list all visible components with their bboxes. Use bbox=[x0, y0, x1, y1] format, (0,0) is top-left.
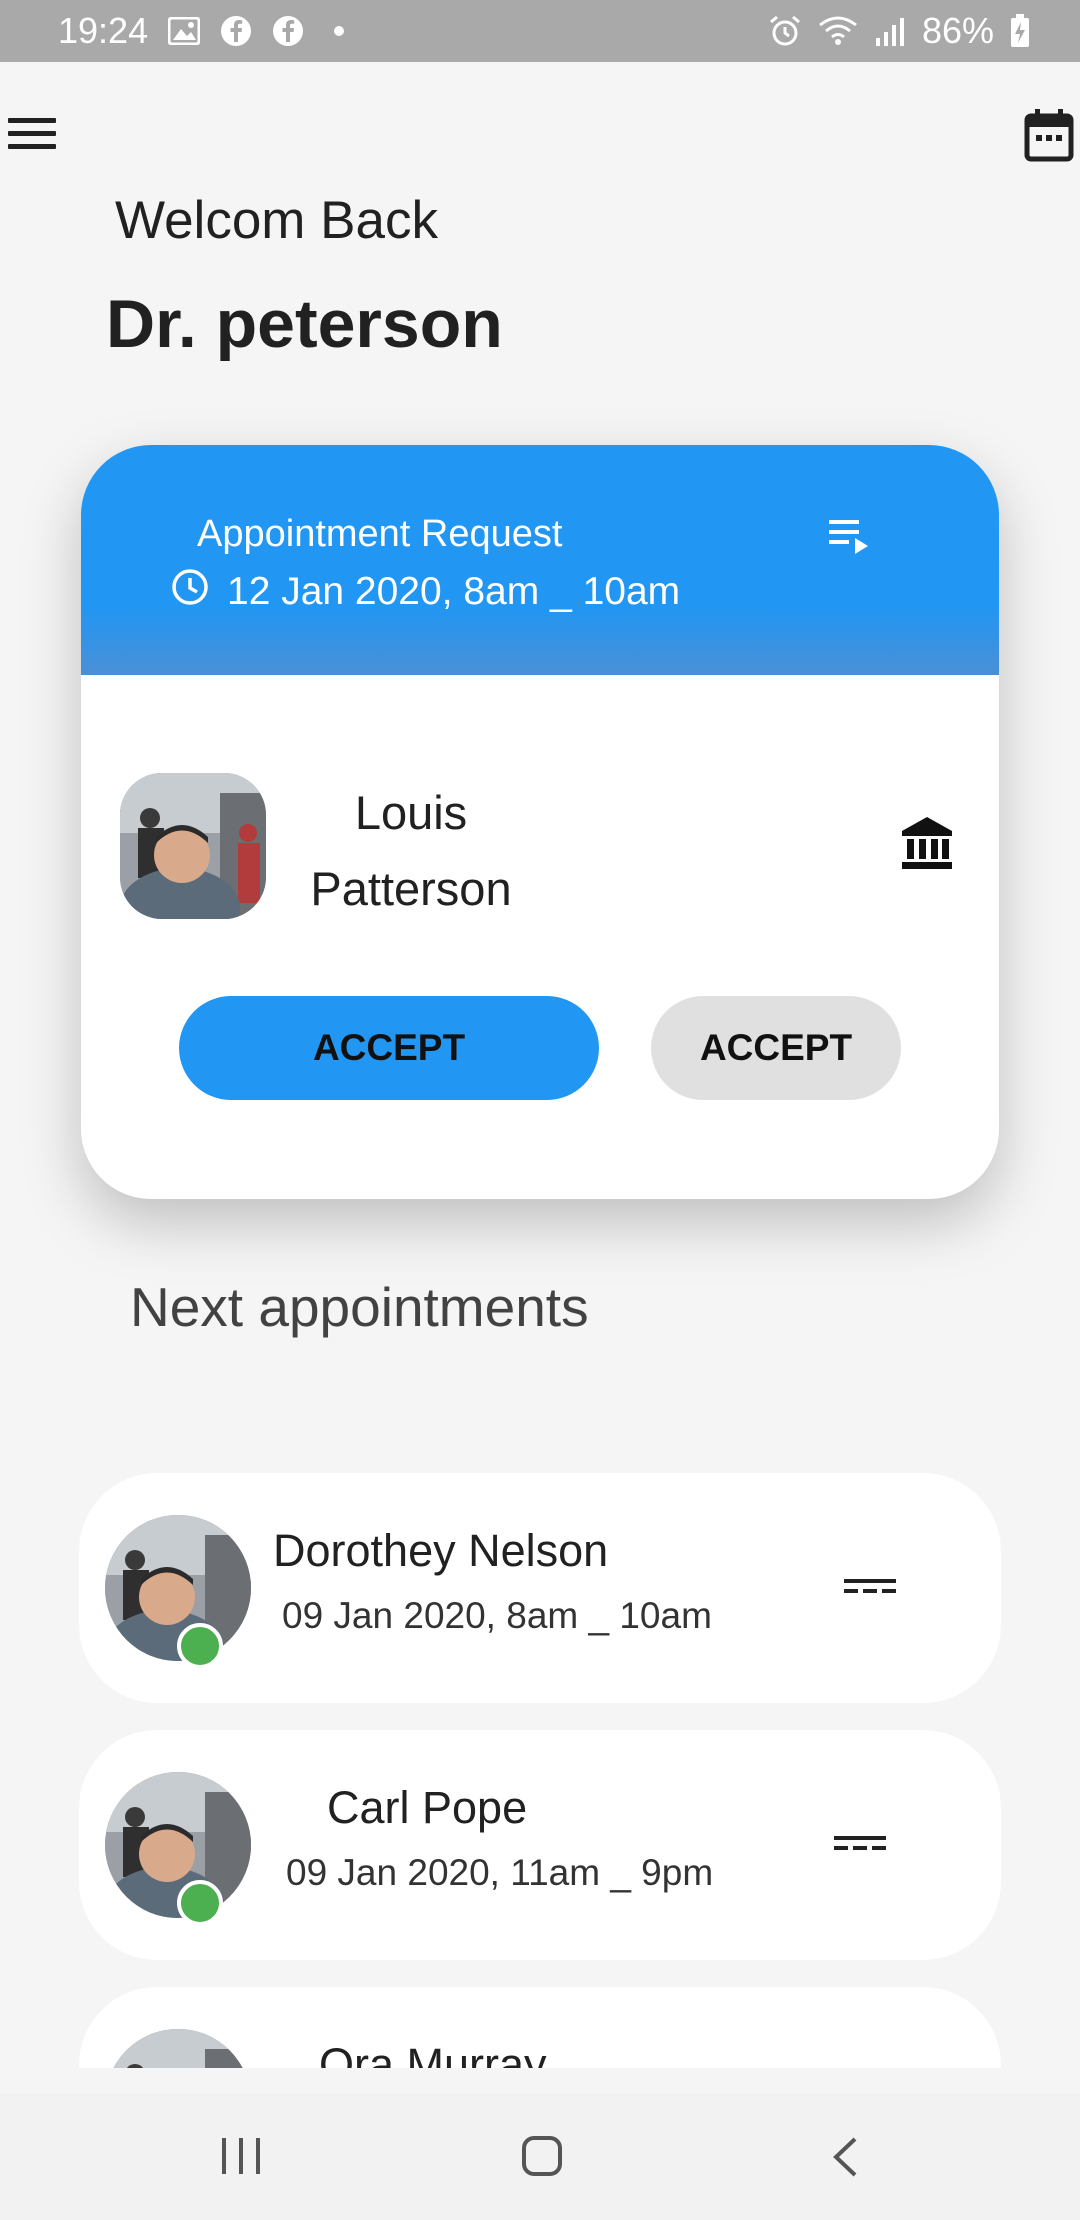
next-appointments-title: Next appointments bbox=[130, 1276, 589, 1338]
status-right: 86% bbox=[768, 0, 1030, 62]
clock-icon bbox=[171, 568, 209, 616]
appointment-name: Carl Pope bbox=[327, 1782, 528, 1833]
wifi-icon bbox=[818, 15, 858, 47]
patient-last-name: Patterson bbox=[310, 862, 512, 915]
alarm-icon bbox=[768, 14, 802, 48]
status-time: 19:24 bbox=[58, 10, 149, 51]
secondary-accept-button[interactable]: ACCEPT bbox=[651, 996, 901, 1100]
appointment-avatar bbox=[105, 1772, 251, 1926]
request-card-datetime: 12 Jan 2020, 8am _ 10am bbox=[227, 570, 681, 613]
appointment-item[interactable]: Ora Murray bbox=[79, 1987, 1001, 2068]
request-card-title: Appointment Request bbox=[197, 513, 563, 555]
battery-percent: 86% bbox=[921, 10, 994, 51]
online-status-dot bbox=[177, 1880, 223, 1926]
welcome-text: Welcom Back bbox=[115, 191, 438, 250]
appointment-datetime: 09 Jan 2020, 11am _ 9pm bbox=[286, 1852, 714, 1893]
appointments-list[interactable]: Dorothey Nelson 09 Jan 2020, 8am _ 10am bbox=[0, 1460, 1080, 2068]
patient-first-name: Louis bbox=[354, 786, 468, 839]
recents-icon[interactable] bbox=[220, 2136, 262, 2176]
facebook-icon bbox=[272, 15, 304, 47]
calendar-icon[interactable] bbox=[1024, 108, 1074, 162]
appointment-item[interactable]: Dorothey Nelson 09 Jan 2020, 8am _ 10am bbox=[79, 1473, 1001, 1703]
appointment-avatar bbox=[105, 2029, 251, 2068]
hamburger-menu-icon[interactable] bbox=[8, 112, 56, 152]
back-icon[interactable] bbox=[830, 2135, 860, 2179]
notification-dot-icon bbox=[334, 26, 345, 36]
patient-avatar bbox=[120, 773, 266, 919]
appointment-name: Ora Murray bbox=[319, 2039, 547, 2068]
accept-button[interactable]: ACCEPT bbox=[179, 996, 599, 1100]
dashes-menu-icon[interactable] bbox=[834, 1834, 886, 1854]
appointment-request-card: Appointment Request 12 Jan 2020, 8am _ 1… bbox=[81, 445, 999, 1199]
battery-charging-icon bbox=[1010, 14, 1030, 48]
patient-name: Louis Patterson bbox=[291, 775, 531, 927]
appointment-item[interactable]: Carl Pope 09 Jan 2020, 11am _ 9pm bbox=[79, 1730, 1001, 1960]
request-card-datetime-row: 12 Jan 2020, 8am _ 10am bbox=[171, 568, 680, 616]
gallery-icon bbox=[168, 17, 201, 45]
appointment-datetime: 09 Jan 2020, 8am _ 10am bbox=[282, 1595, 712, 1636]
status-bar: 19:24 86% bbox=[0, 0, 1080, 62]
home-icon[interactable] bbox=[521, 2135, 563, 2177]
status-left: 19:24 bbox=[58, 0, 345, 62]
appointment-name: Dorothey Nelson bbox=[273, 1525, 609, 1576]
facebook-icon bbox=[220, 15, 252, 47]
system-navigation-bar bbox=[0, 2093, 1080, 2220]
online-status-dot bbox=[177, 1623, 223, 1669]
dashes-menu-icon[interactable] bbox=[844, 1577, 896, 1597]
doctor-name: Dr. peterson bbox=[106, 286, 503, 362]
signal-icon bbox=[874, 16, 906, 46]
appointment-avatar bbox=[105, 1515, 251, 1669]
bank-icon[interactable] bbox=[900, 815, 954, 871]
request-card-header: Appointment Request 12 Jan 2020, 8am _ 1… bbox=[81, 445, 999, 675]
playlist-play-icon[interactable] bbox=[827, 517, 871, 557]
